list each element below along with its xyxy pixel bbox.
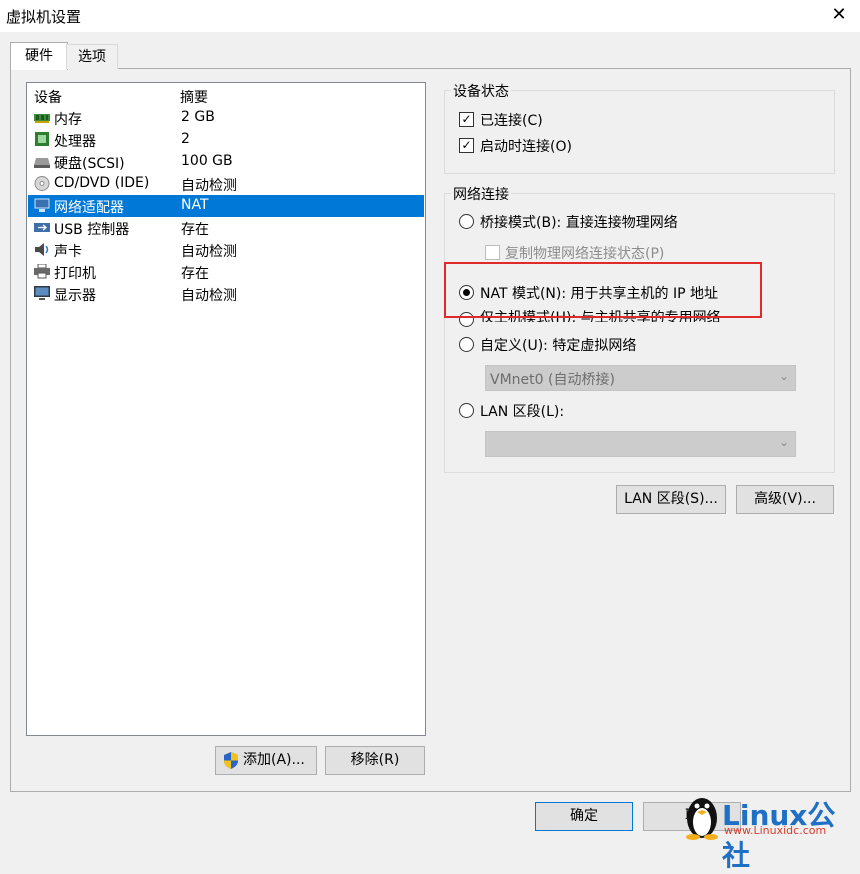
device-row-cd-dvd[interactable]: CD/DVD (IDE) 自动检测 <box>28 173 424 195</box>
device-summary: 自动检测 <box>181 288 237 304</box>
lan-segment-radio[interactable] <box>459 403 474 418</box>
close-icon[interactable]: ✕ <box>828 4 850 26</box>
advanced-button[interactable]: 高级(V)... <box>736 485 834 514</box>
chevron-down-icon: ⌄ <box>778 435 789 449</box>
hard-disk-icon <box>34 158 50 168</box>
device-name: 显示器 <box>54 288 96 304</box>
shield-icon <box>224 752 238 769</box>
summary-column-header[interactable]: 摘要 <box>180 87 208 107</box>
device-name: CD/DVD (IDE) <box>54 175 150 191</box>
highlight-box <box>444 262 762 318</box>
connect-at-power-on-checkbox[interactable]: ✓ <box>459 138 474 153</box>
device-summary: 2 <box>181 131 190 147</box>
device-row-processor[interactable]: 处理器 2 <box>28 129 424 151</box>
device-row-usb[interactable]: USB 控制器 存在 <box>28 217 424 239</box>
add-button[interactable]: 添加(A)... <box>215 746 317 775</box>
device-row-display[interactable]: 显示器 自动检测 <box>28 283 424 305</box>
add-button-label: 添加(A)... <box>243 752 305 768</box>
device-name: 声卡 <box>54 244 82 260</box>
memory-icon <box>34 114 50 123</box>
device-summary: 2 GB <box>181 109 215 125</box>
device-row-hard-disk[interactable]: 硬盘(SCSI) 100 GB <box>28 151 424 173</box>
processor-icon <box>35 132 49 146</box>
replicate-state-checkbox[interactable] <box>485 245 500 260</box>
device-name: USB 控制器 <box>54 222 130 238</box>
watermark-logo: Linux公社 www.Linuxidc.com <box>676 790 860 872</box>
device-list[interactable]: 设备 摘要 内存 2 GB 处理器 2 硬盘(SCSI) 100 GB CD/D… <box>26 82 426 736</box>
title-bar: 虚拟机设置 ✕ <box>0 0 860 32</box>
device-status-group <box>444 90 835 174</box>
connected-checkbox[interactable]: ✓ <box>459 112 474 127</box>
watermark-url: www.Linuxidc.com <box>724 824 827 837</box>
custom-network-value: VMnet0 (自动桥接) <box>490 372 615 388</box>
custom-radio[interactable] <box>459 337 474 352</box>
remove-button[interactable]: 移除(R) <box>325 746 425 775</box>
ok-button[interactable]: 确定 <box>535 802 633 831</box>
device-name: 网络适配器 <box>54 200 124 216</box>
lan-segment-label[interactable]: LAN 区段(L): <box>480 401 564 421</box>
device-column-header[interactable]: 设备 <box>34 87 62 107</box>
device-name: 处理器 <box>54 134 96 150</box>
device-status-title: 设备状态 <box>451 81 511 101</box>
tab-hardware[interactable]: 硬件 <box>10 42 68 70</box>
window-title: 虚拟机设置 <box>6 8 82 26</box>
usb-icon <box>34 223 50 232</box>
device-row-sound[interactable]: 声卡 自动检测 <box>28 239 424 261</box>
network-adapter-icon <box>34 198 50 212</box>
device-name: 硬盘(SCSI) <box>54 156 125 172</box>
bridged-radio[interactable] <box>459 214 474 229</box>
bridged-label[interactable]: 桥接模式(B): 直接连接物理网络 <box>480 212 678 232</box>
display-icon <box>34 286 50 300</box>
printer-icon <box>34 264 50 279</box>
device-name: 打印机 <box>54 266 96 282</box>
device-summary: NAT <box>181 197 209 213</box>
cd-dvd-icon <box>34 176 50 191</box>
tab-options[interactable]: 选项 <box>66 44 118 69</box>
chevron-down-icon: ⌄ <box>778 369 789 383</box>
device-summary: 100 GB <box>181 153 233 169</box>
custom-label[interactable]: 自定义(U): 特定虚拟网络 <box>480 335 636 355</box>
device-summary: 自动检测 <box>181 244 237 260</box>
connected-label[interactable]: 已连接(C) <box>480 110 543 130</box>
lan-segment-select[interactable]: ⌄ <box>485 431 796 457</box>
device-row-network-adapter[interactable]: 网络适配器 NAT <box>28 195 424 217</box>
device-summary: 存在 <box>181 222 209 238</box>
replicate-state-label[interactable]: 复制物理网络连接状态(P) <box>505 243 664 263</box>
device-name: 内存 <box>54 112 82 128</box>
custom-network-select[interactable]: VMnet0 (自动桥接) ⌄ <box>485 365 796 391</box>
device-summary: 存在 <box>181 266 209 282</box>
lan-segments-button[interactable]: LAN 区段(S)... <box>616 485 726 514</box>
network-connection-title: 网络连接 <box>451 184 511 204</box>
device-row-printer[interactable]: 打印机 存在 <box>28 261 424 283</box>
sound-icon <box>35 243 49 256</box>
device-summary: 自动检测 <box>181 178 237 194</box>
device-row-memory[interactable]: 内存 2 GB <box>28 107 424 129</box>
connect-at-power-on-label[interactable]: 启动时连接(O) <box>480 136 572 156</box>
